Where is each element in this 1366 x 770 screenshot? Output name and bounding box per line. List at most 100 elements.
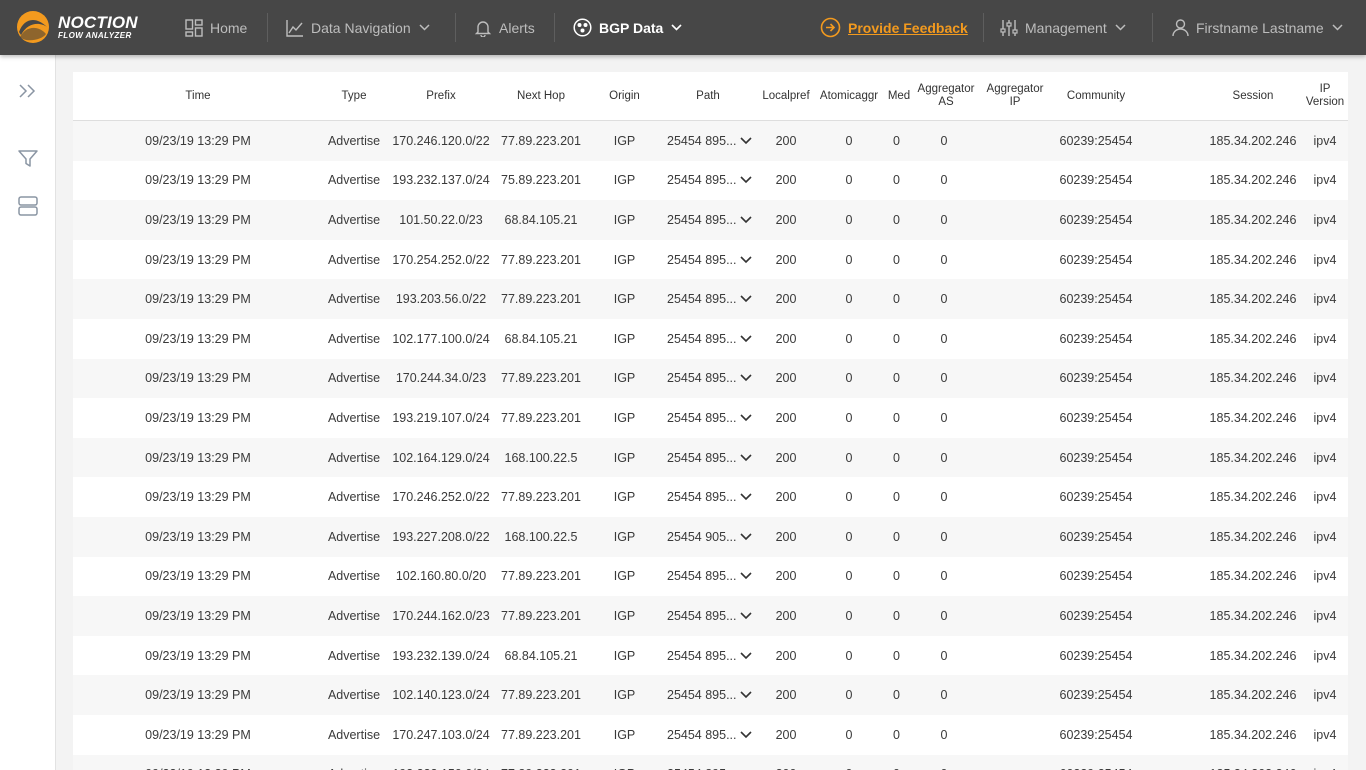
header-localpref[interactable]: Localpref [757, 72, 815, 120]
cell-time: 09/23/19 13:29 PM [133, 755, 263, 770]
cell-path[interactable]: 25454 895... [667, 675, 757, 715]
expand-path-chevron-icon[interactable] [739, 374, 752, 382]
filter-icon[interactable] [17, 148, 39, 170]
cell-ip-version-value: ipv4 [1313, 133, 1337, 148]
expand-icon[interactable] [17, 80, 39, 102]
cell-path[interactable]: 25454 895... [667, 755, 757, 770]
expand-path-chevron-icon[interactable] [739, 216, 752, 224]
cell-path[interactable]: 25454 895... [667, 596, 757, 636]
header-prefix[interactable]: Prefix [391, 72, 491, 120]
expand-path-chevron-icon[interactable] [739, 176, 752, 184]
table-row[interactable]: 09/23/19 13:29 PM Advertise 170.246.252.0/… [73, 477, 1348, 517]
header-path[interactable]: Path [663, 72, 753, 120]
provide-feedback-link[interactable]: Provide Feedback [820, 0, 968, 55]
cell-community-value: 60239:25454 [1059, 688, 1133, 703]
cell-atomicaggr: 0 [817, 121, 881, 161]
cell-next-hop: 77.89.223.201 [493, 240, 589, 280]
cell-ip-version-value: ipv4 [1313, 410, 1337, 425]
expand-path-chevron-icon[interactable] [739, 256, 752, 264]
cell-path[interactable]: 25454 895... [667, 319, 757, 359]
cell-atomicaggr-value: 0 [845, 331, 853, 346]
cell-time-value: 09/23/19 13:29 PM [145, 569, 251, 584]
table-row[interactable]: 09/23/19 13:29 PM Advertise 193.227.208.0/… [73, 516, 1348, 557]
cell-path-value: 25454 895... [667, 450, 737, 465]
table-row[interactable]: 09/23/19 13:29 PM Advertise 170.246.120.0/… [73, 121, 1348, 161]
cell-path[interactable]: 25454 895... [667, 557, 757, 597]
cell-path[interactable]: 25454 895... [667, 200, 757, 240]
cell-path[interactable]: 25454 895... [667, 279, 757, 319]
table-row[interactable]: 09/23/19 13:29 PM Advertise 170.244.34.0/2… [73, 358, 1348, 399]
cell-path[interactable]: 25454 905... [667, 517, 757, 557]
cell-ip-version-value: ipv4 [1313, 450, 1337, 465]
nav-home[interactable]: Home [185, 0, 247, 55]
cell-path[interactable]: 25454 895... [667, 121, 757, 161]
cell-path[interactable]: 25454 895... [667, 398, 757, 438]
table-row[interactable]: 09/23/19 13:29 PM Advertise 193.219.107.0/… [73, 398, 1348, 438]
cell-type-value: Advertise [327, 371, 381, 386]
table-row[interactable]: 09/23/19 13:29 PM Advertise 193.232.150.0/… [73, 754, 1348, 770]
table-row[interactable]: 09/23/19 13:29 PM Advertise 193.203.56.0/2… [73, 279, 1348, 319]
header-next-hop[interactable]: Next Hop [493, 72, 589, 120]
table-row[interactable]: 09/23/19 13:29 PM Advertise 170.244.162.0/… [73, 596, 1348, 636]
header-session[interactable]: Session [1201, 72, 1305, 120]
cell-path[interactable]: 25454 895... [667, 636, 757, 676]
cell-path[interactable]: 25454 895... [667, 477, 757, 517]
table-row[interactable]: 09/23/19 13:29 PM Advertise 101.50.22.0/23… [73, 200, 1348, 240]
header-community-label: Community [1066, 89, 1126, 102]
cell-session: 185.34.202.246 [1201, 596, 1305, 636]
expand-path-chevron-icon[interactable] [739, 414, 752, 422]
cell-path[interactable]: 25454 895... [667, 161, 757, 201]
user-menu[interactable]: Firstname Lastname [1172, 0, 1343, 55]
header-med[interactable]: Med [884, 72, 914, 120]
table-row[interactable]: 09/23/19 13:29 PM Advertise 102.177.100.0/… [73, 318, 1348, 359]
cell-path[interactable]: 25454 895... [667, 359, 757, 399]
nav-management[interactable]: Management [1000, 0, 1126, 55]
header-time[interactable]: Time [133, 72, 263, 120]
table-row[interactable]: 09/23/19 13:29 PM Advertise 102.160.80.0/2… [73, 556, 1348, 597]
header-ip-version[interactable]: IP Version [1303, 72, 1347, 120]
header-origin[interactable]: Origin [598, 72, 651, 120]
cell-prefix-value: 193.232.139.0/24 [392, 648, 490, 663]
cell-origin: IGP [598, 517, 651, 557]
cell-path[interactable]: 25454 895... [667, 240, 757, 280]
table-row[interactable]: 09/23/19 13:29 PM Advertise 102.140.123.0/… [73, 675, 1348, 715]
expand-path-chevron-icon[interactable] [739, 651, 752, 660]
cell-type-value: Advertise [327, 212, 381, 227]
expand-path-chevron-icon[interactable] [739, 533, 752, 541]
cell-path[interactable]: 25454 895... [667, 438, 757, 478]
nav-bgp-data[interactable]: BGP Data [573, 0, 682, 55]
expand-path-chevron-icon[interactable] [739, 572, 752, 580]
cell-aggr-as: 0 [914, 279, 974, 319]
table-row[interactable]: 09/23/19 13:29 PM Advertise 170.247.103.0/… [73, 714, 1348, 755]
expand-path-chevron-icon[interactable] [739, 731, 752, 739]
expand-path-chevron-icon[interactable] [739, 691, 752, 699]
cell-next-hop: 77.89.223.201 [493, 359, 589, 399]
header-community[interactable]: Community [1048, 72, 1144, 120]
bgp-network-icon [573, 18, 592, 37]
header-aggregator-as[interactable]: Aggregator AS [914, 72, 978, 120]
expand-path-chevron-icon[interactable] [739, 137, 752, 145]
table-row[interactable]: 09/23/19 13:29 PM Advertise 170.254.252.0/… [73, 239, 1348, 280]
expand-path-chevron-icon[interactable] [739, 493, 752, 501]
expand-path-chevron-icon[interactable] [739, 335, 752, 343]
header-atomicaggr[interactable]: Atomicaggr [817, 72, 881, 120]
cell-path[interactable]: 25454 895... [667, 715, 757, 755]
nav-alerts[interactable]: Alerts [474, 0, 535, 55]
cell-community-value: 60239:25454 [1059, 569, 1133, 584]
expand-path-chevron-icon[interactable] [739, 295, 752, 303]
header-type[interactable]: Type [323, 72, 385, 120]
expand-path-chevron-icon[interactable] [739, 612, 752, 620]
cell-localpref: 200 [757, 755, 815, 770]
table-row[interactable]: 09/23/19 13:29 PM Advertise 193.232.139.0/… [73, 635, 1348, 676]
table-row[interactable]: 09/23/19 13:29 PM Advertise 193.232.137.0/… [73, 160, 1348, 201]
expand-path-chevron-icon[interactable] [739, 453, 752, 462]
cell-localpref: 200 [757, 161, 815, 201]
cell-prefix: 170.254.252.0/22 [391, 240, 491, 280]
list-view-icon[interactable] [17, 195, 39, 217]
nav-data-navigation[interactable]: Data Navigation [286, 0, 430, 55]
cell-localpref: 200 [757, 557, 815, 597]
cell-localpref-value: 200 [775, 292, 797, 307]
table-row[interactable]: 09/23/19 13:29 PM Advertise 102.164.129.0/… [73, 437, 1348, 478]
cell-aggr-as: 0 [914, 240, 974, 280]
header-aggregator-ip[interactable]: Aggregator IP [983, 72, 1047, 120]
